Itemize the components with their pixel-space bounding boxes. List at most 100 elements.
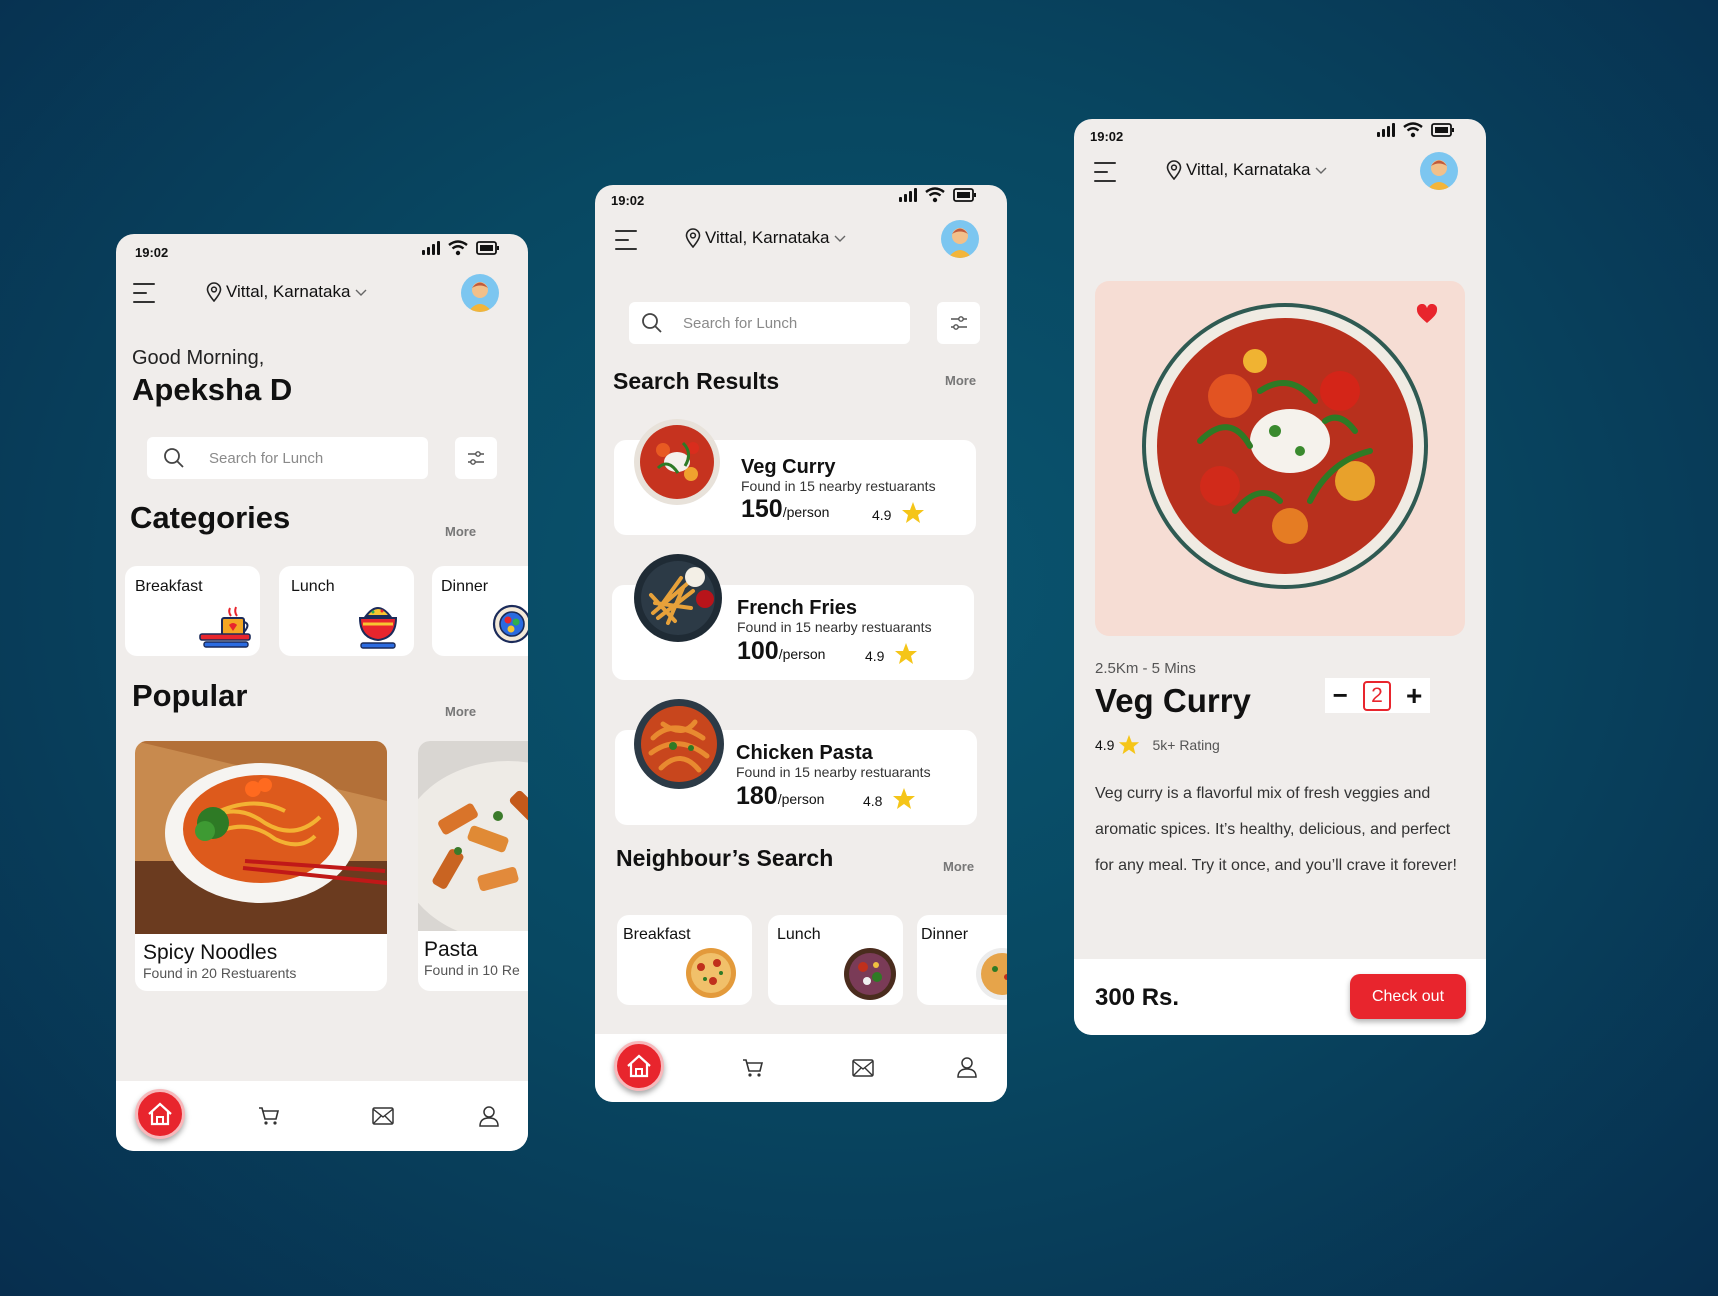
search-results-screen: 19:02 Vittal, Karnataka Search for Lunch… [595,185,1007,1102]
pizza-image [686,948,736,998]
result-subtitle: Found in 15 nearby restuarants [741,478,936,494]
popular-card-spicy-noodles[interactable]: Spicy Noodles Found in 20 Restuarents [135,741,387,991]
category-card-lunch[interactable]: Lunch [279,566,414,656]
increase-quantity-button[interactable]: + [1406,680,1422,712]
signal-icon [422,241,440,255]
search-icon [642,313,662,333]
home-screen: 19:02 Vittal, Karnataka Good Morning, Ap… [116,234,528,1151]
location-selector[interactable]: Vittal, Karnataka [206,282,368,302]
result-subtitle: Found in 15 nearby restuarants [737,619,932,635]
location-label: Vittal, Karnataka [1186,160,1311,179]
category-card-breakfast[interactable]: Breakfast [125,566,260,656]
result-price: 150/person [741,495,830,523]
status-time: 19:02 [611,193,645,208]
salad-bowl-image [844,948,896,1000]
home-icon [148,1102,172,1126]
avatar[interactable] [1420,152,1458,190]
result-subtitle: Found in 15 nearby restuarants [736,764,931,780]
french-fries-thumbnail [634,554,722,642]
product-name: Veg Curry [1095,682,1251,719]
checkout-button[interactable]: Check out [1350,974,1466,1019]
bottom-nav [116,1081,528,1151]
wifi-icon [925,187,945,203]
search-input[interactable]: Search for Lunch [629,302,910,344]
location-pin-icon [1166,160,1182,180]
neighbour-card-dinner[interactable]: Dinner [917,915,1007,1005]
menu-icon[interactable] [615,229,637,251]
categories-more-link[interactable]: More [445,524,476,539]
rating-value: 4.9 [1095,737,1115,753]
result-name: Veg Curry [741,456,836,478]
user-icon[interactable] [956,1056,978,1078]
popular-more-link[interactable]: More [445,704,476,719]
status-icons [422,240,500,256]
breakfast-icon [199,606,251,648]
popular-item-subtitle: Found in 20 Restuarents [143,965,297,981]
search-placeholder: Search for Lunch [209,449,324,467]
menu-icon[interactable] [1094,161,1116,183]
neighbour-card-breakfast[interactable]: Breakfast [617,915,752,1005]
neighbours-search-more-link[interactable]: More [943,859,974,874]
greeting: Good Morning, [132,347,265,369]
neighbour-label: Lunch [777,926,821,943]
result-rating: 4.9 [872,507,892,523]
location-label: Vittal, Karnataka [705,228,830,247]
location-selector[interactable]: Vittal, Karnataka [685,228,847,248]
nav-home-button[interactable] [614,1041,664,1091]
biryani-image [976,948,1007,1000]
mail-icon[interactable] [852,1058,874,1078]
delivery-distance: 2.5Km - 5 Mins [1095,660,1196,677]
popular-item-name: Spicy Noodles [143,941,278,964]
mail-icon[interactable] [372,1106,394,1126]
cart-icon[interactable] [258,1106,280,1126]
category-label: Dinner [441,578,489,595]
avatar[interactable] [461,274,499,312]
filter-icon [950,316,967,330]
result-rating: 4.8 [863,793,883,809]
status-time: 19:02 [135,245,169,260]
battery-icon [953,188,976,202]
decrease-quantity-button[interactable]: − [1333,680,1348,711]
user-name: Apeksha D [132,372,293,407]
total-price: 300 Rs. [1095,984,1180,1011]
location-selector[interactable]: Vittal, Karnataka [1166,160,1328,180]
filter-button[interactable] [455,437,497,479]
neighbours-search-title: Neighbour’s Search [616,845,834,871]
filter-icon [468,451,484,465]
filter-button[interactable] [937,302,980,344]
quantity-stepper: − 2 + [1325,678,1430,713]
search-results-more-link[interactable]: More [945,373,976,388]
menu-icon[interactable] [133,282,155,304]
wifi-icon [448,240,468,256]
search-results-title: Search Results [613,368,780,394]
result-name: Chicken Pasta [736,742,873,764]
result-price: 180/person [736,782,825,810]
bottom-nav [595,1034,1007,1102]
category-label: Breakfast [135,578,203,595]
heart-icon[interactable] [1416,304,1438,324]
star-icon [893,788,915,809]
chevron-down-icon [355,289,367,296]
search-icon [164,448,184,468]
chevron-down-icon [1315,167,1327,174]
location-label: Vittal, Karnataka [226,282,351,301]
signal-icon [899,188,917,202]
status-icons [1377,122,1455,138]
search-input[interactable]: Search for Lunch [147,437,428,479]
popular-card-pasta[interactable]: Pasta Found in 10 Re [418,741,528,991]
signal-icon [1377,123,1395,137]
chicken-pasta-thumbnail [634,699,724,789]
result-name: French Fries [737,597,858,619]
cart-icon[interactable] [742,1058,764,1078]
spicy-noodles-image [135,741,387,934]
veg-curry-thumbnail [634,419,720,505]
nav-home-button[interactable] [135,1089,185,1139]
user-icon[interactable] [478,1105,500,1127]
quantity-value: 2 [1363,680,1391,711]
lunch-bowl-icon [358,607,398,649]
product-image-card [1095,281,1465,636]
avatar[interactable] [941,220,979,258]
category-card-dinner[interactable]: Dinner [432,566,528,656]
neighbour-card-lunch[interactable]: Lunch [768,915,903,1005]
pasta-image [418,741,528,931]
